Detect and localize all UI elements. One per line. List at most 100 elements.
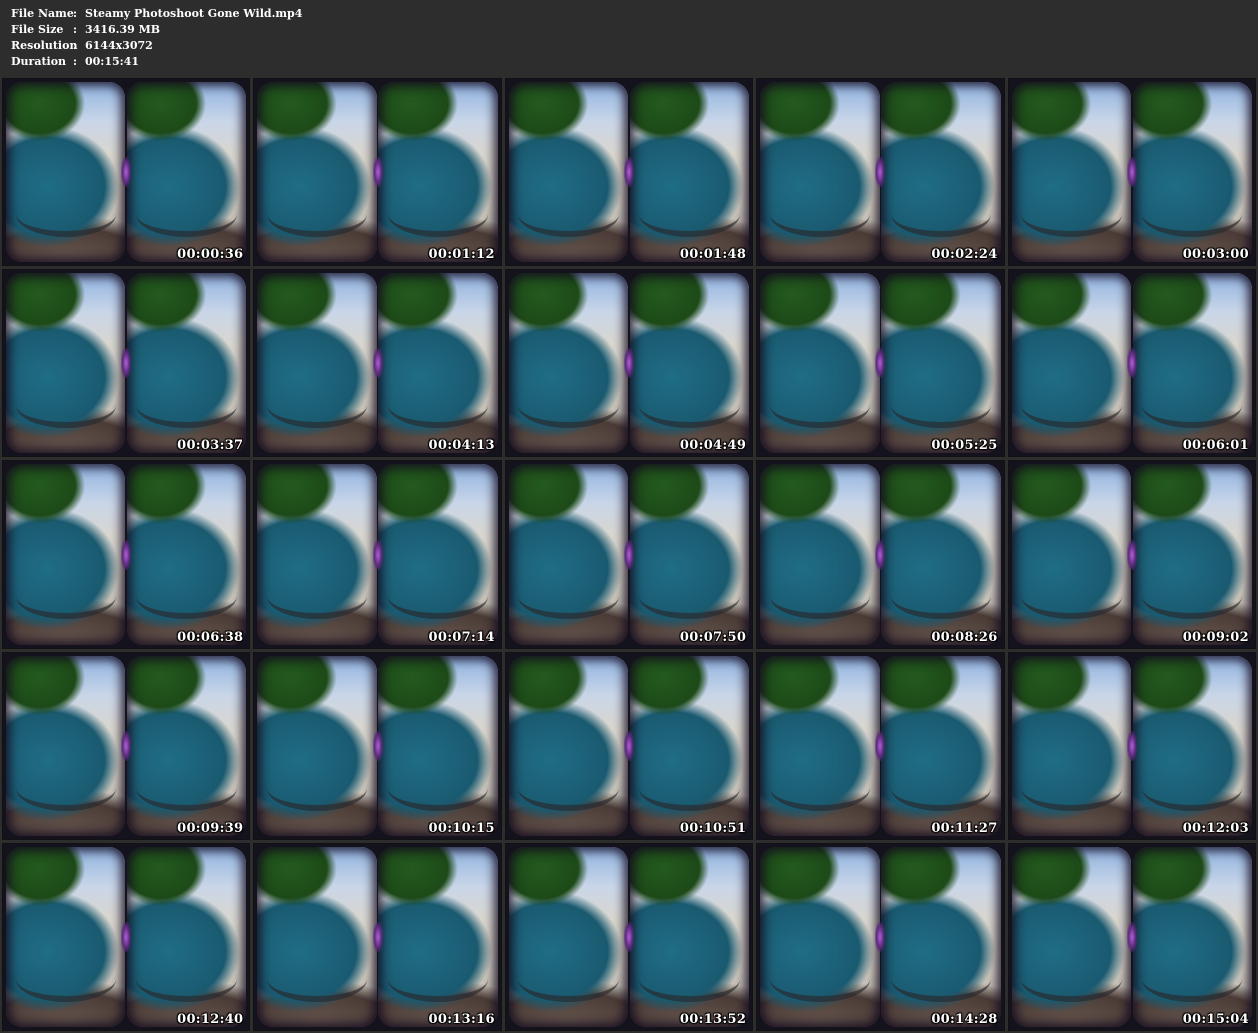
timestamp-label: 00:13:52 [679, 1011, 747, 1027]
right-eye-image [126, 464, 247, 645]
timestamp-label: 00:01:48 [679, 247, 747, 263]
file-size-label: File Size [11, 23, 64, 36]
timestamp-label: 00:09:39 [177, 820, 244, 836]
stereo-seam [1126, 539, 1137, 570]
stereo-seam [875, 348, 886, 379]
left-eye-image [6, 82, 126, 263]
duration-label: Duration [11, 55, 67, 68]
right-eye-image [881, 273, 1001, 454]
thumbnail-frame: 00:14:28 [756, 842, 1005, 1031]
timestamp-label: 00:11:27 [931, 820, 998, 836]
timestamp-label: 00:09:02 [1182, 629, 1249, 645]
thumbnail-frame: 00:02:24 [756, 78, 1005, 267]
left-eye-image [508, 464, 629, 645]
thumbnail-frame: 00:08:26 [756, 460, 1005, 649]
right-eye-image [629, 464, 750, 645]
duration-separator: : [73, 55, 78, 68]
file-name-value: Steamy Photoshoot Gone Wild.mp4 [85, 7, 303, 20]
right-eye-image [881, 846, 1001, 1027]
left-eye-image [760, 82, 880, 263]
duration-value: 00:15:41 [85, 55, 140, 68]
left-eye-image [257, 82, 377, 263]
left-eye-image [508, 82, 629, 263]
stereo-seam [1126, 730, 1137, 761]
thumbnail-frame: 00:01:48 [504, 78, 754, 267]
left-eye-image [1011, 464, 1132, 645]
stereo-seam [121, 921, 132, 952]
stereo-seam [1126, 921, 1137, 952]
timestamp-label: 00:03:37 [177, 438, 244, 454]
right-eye-image [378, 846, 498, 1027]
right-eye-image [378, 273, 498, 454]
file-name-row: File Name : Steamy Photoshoot Gone Wild.… [11, 6, 1247, 22]
stereo-seam [623, 921, 634, 952]
left-eye-image [1011, 655, 1132, 836]
right-eye-image [126, 273, 247, 454]
duration-row: Duration : 00:15:41 [11, 54, 1247, 70]
resolution-row: Resolution : 6144x3072 [11, 38, 1247, 54]
timestamp-label: 00:04:13 [428, 438, 495, 454]
thumbnail-frame: 00:06:01 [1007, 269, 1256, 458]
left-eye-image [1011, 82, 1132, 263]
right-eye-image [629, 273, 750, 454]
left-eye-image [760, 273, 880, 454]
timestamp-label: 00:04:49 [679, 438, 747, 454]
thumbnail-frame: 00:13:16 [253, 842, 502, 1031]
stereo-seam [875, 921, 886, 952]
stereo-seam [1126, 157, 1137, 188]
right-eye-image [378, 464, 498, 645]
file-name-label: File Name [11, 7, 74, 20]
left-eye-image [760, 464, 880, 645]
timestamp-label: 00:12:40 [177, 1011, 244, 1027]
thumbnail-frame: 00:03:37 [2, 269, 251, 458]
left-eye-image [760, 846, 880, 1027]
timestamp-label: 00:01:12 [428, 247, 495, 263]
right-eye-image [126, 655, 247, 836]
file-size-value: 3416.39 MB [85, 23, 161, 36]
timestamp-label: 00:15:04 [1182, 1011, 1249, 1027]
right-eye-image [378, 82, 498, 263]
file-name-separator: : [73, 7, 78, 20]
thumbnail-frame: 00:03:00 [1007, 78, 1256, 267]
right-eye-image [629, 82, 750, 263]
thumbnail-frame: 00:10:51 [504, 651, 754, 840]
stereo-seam [1126, 348, 1137, 379]
thumbnail-frame: 00:12:03 [1007, 651, 1256, 840]
timestamp-label: 00:12:03 [1182, 820, 1249, 836]
thumbnail-frame: 00:07:50 [504, 460, 754, 649]
thumbnail-frame: 00:12:40 [2, 842, 251, 1031]
thumbnail-frame: 00:00:36 [2, 78, 251, 267]
stereo-seam [121, 730, 132, 761]
left-eye-image [257, 273, 377, 454]
stereo-seam [121, 348, 132, 379]
right-eye-image [1132, 273, 1252, 454]
stereo-seam [372, 157, 383, 188]
right-eye-image [126, 82, 247, 263]
thumbnail-frame: 00:13:52 [504, 842, 754, 1031]
timestamp-label: 00:10:51 [679, 820, 747, 836]
left-eye-image [1011, 273, 1132, 454]
file-size-row: File Size : 3416.39 MB [11, 22, 1247, 38]
right-eye-image [378, 655, 498, 836]
right-eye-image [126, 846, 247, 1027]
file-info-header: File Name : Steamy Photoshoot Gone Wild.… [0, 0, 1258, 76]
stereo-seam [372, 348, 383, 379]
stereo-seam [623, 157, 634, 188]
thumbnail-frame: 00:11:27 [756, 651, 1005, 840]
stereo-seam [623, 539, 634, 570]
right-eye-image [881, 464, 1001, 645]
timestamp-label: 00:08:26 [931, 629, 998, 645]
thumbnail-frame: 00:04:49 [504, 269, 754, 458]
stereo-seam [875, 157, 886, 188]
right-eye-image [629, 655, 750, 836]
timestamp-label: 00:14:28 [931, 1011, 998, 1027]
timestamp-label: 00:02:24 [931, 247, 998, 263]
stereo-seam [121, 539, 132, 570]
thumbnail-frame: 00:06:38 [2, 460, 251, 649]
stereo-seam [372, 539, 383, 570]
right-eye-image [1132, 655, 1252, 836]
left-eye-image [6, 464, 126, 645]
left-eye-image [6, 273, 126, 454]
left-eye-image [6, 655, 126, 836]
left-eye-image [508, 846, 629, 1027]
